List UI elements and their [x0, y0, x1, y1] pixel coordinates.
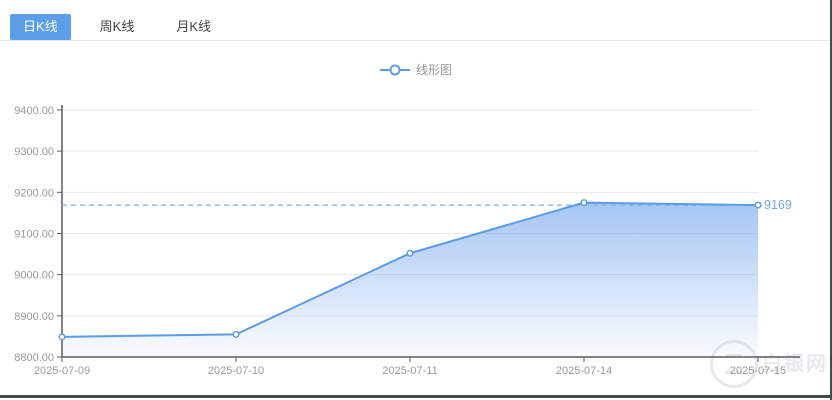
data-point-marker: [581, 200, 587, 206]
y-axis-label: 9400.00: [14, 105, 54, 117]
y-axis-label: 8800.00: [14, 352, 54, 364]
y-axis-label: 9300.00: [14, 146, 54, 158]
data-point-marker: [233, 332, 239, 338]
x-axis-label: 2025-07-11: [382, 365, 437, 377]
kline-chart-panel: 日K线 周K线 月K线 线形图 白银网 8800.008900.009000.0…: [0, 0, 832, 400]
x-axis-label: 2025-07-14: [556, 365, 612, 377]
series-area-fill: [62, 203, 758, 357]
y-axis-label: 9200.00: [14, 187, 54, 199]
panel-bottom-border: [0, 395, 832, 398]
data-point-marker: [755, 202, 761, 208]
x-axis-label: 2025-07-10: [208, 365, 264, 377]
y-axis-label: 9000.00: [14, 270, 54, 282]
y-axis-label: 9100.00: [14, 229, 54, 241]
y-axis-label: 8900.00: [14, 311, 54, 323]
data-point-marker: [59, 334, 65, 340]
price-line-chart[interactable]: 8800.00 8900.00 9000.00 9100.00 9200.00 9300.…: [0, 0, 832, 400]
data-point-marker: [407, 250, 413, 256]
mark-line-value-label: 9169: [764, 198, 792, 212]
x-axis-label: 2025-07-15: [730, 365, 786, 377]
x-axis-label: 2025-07-09: [34, 365, 90, 377]
